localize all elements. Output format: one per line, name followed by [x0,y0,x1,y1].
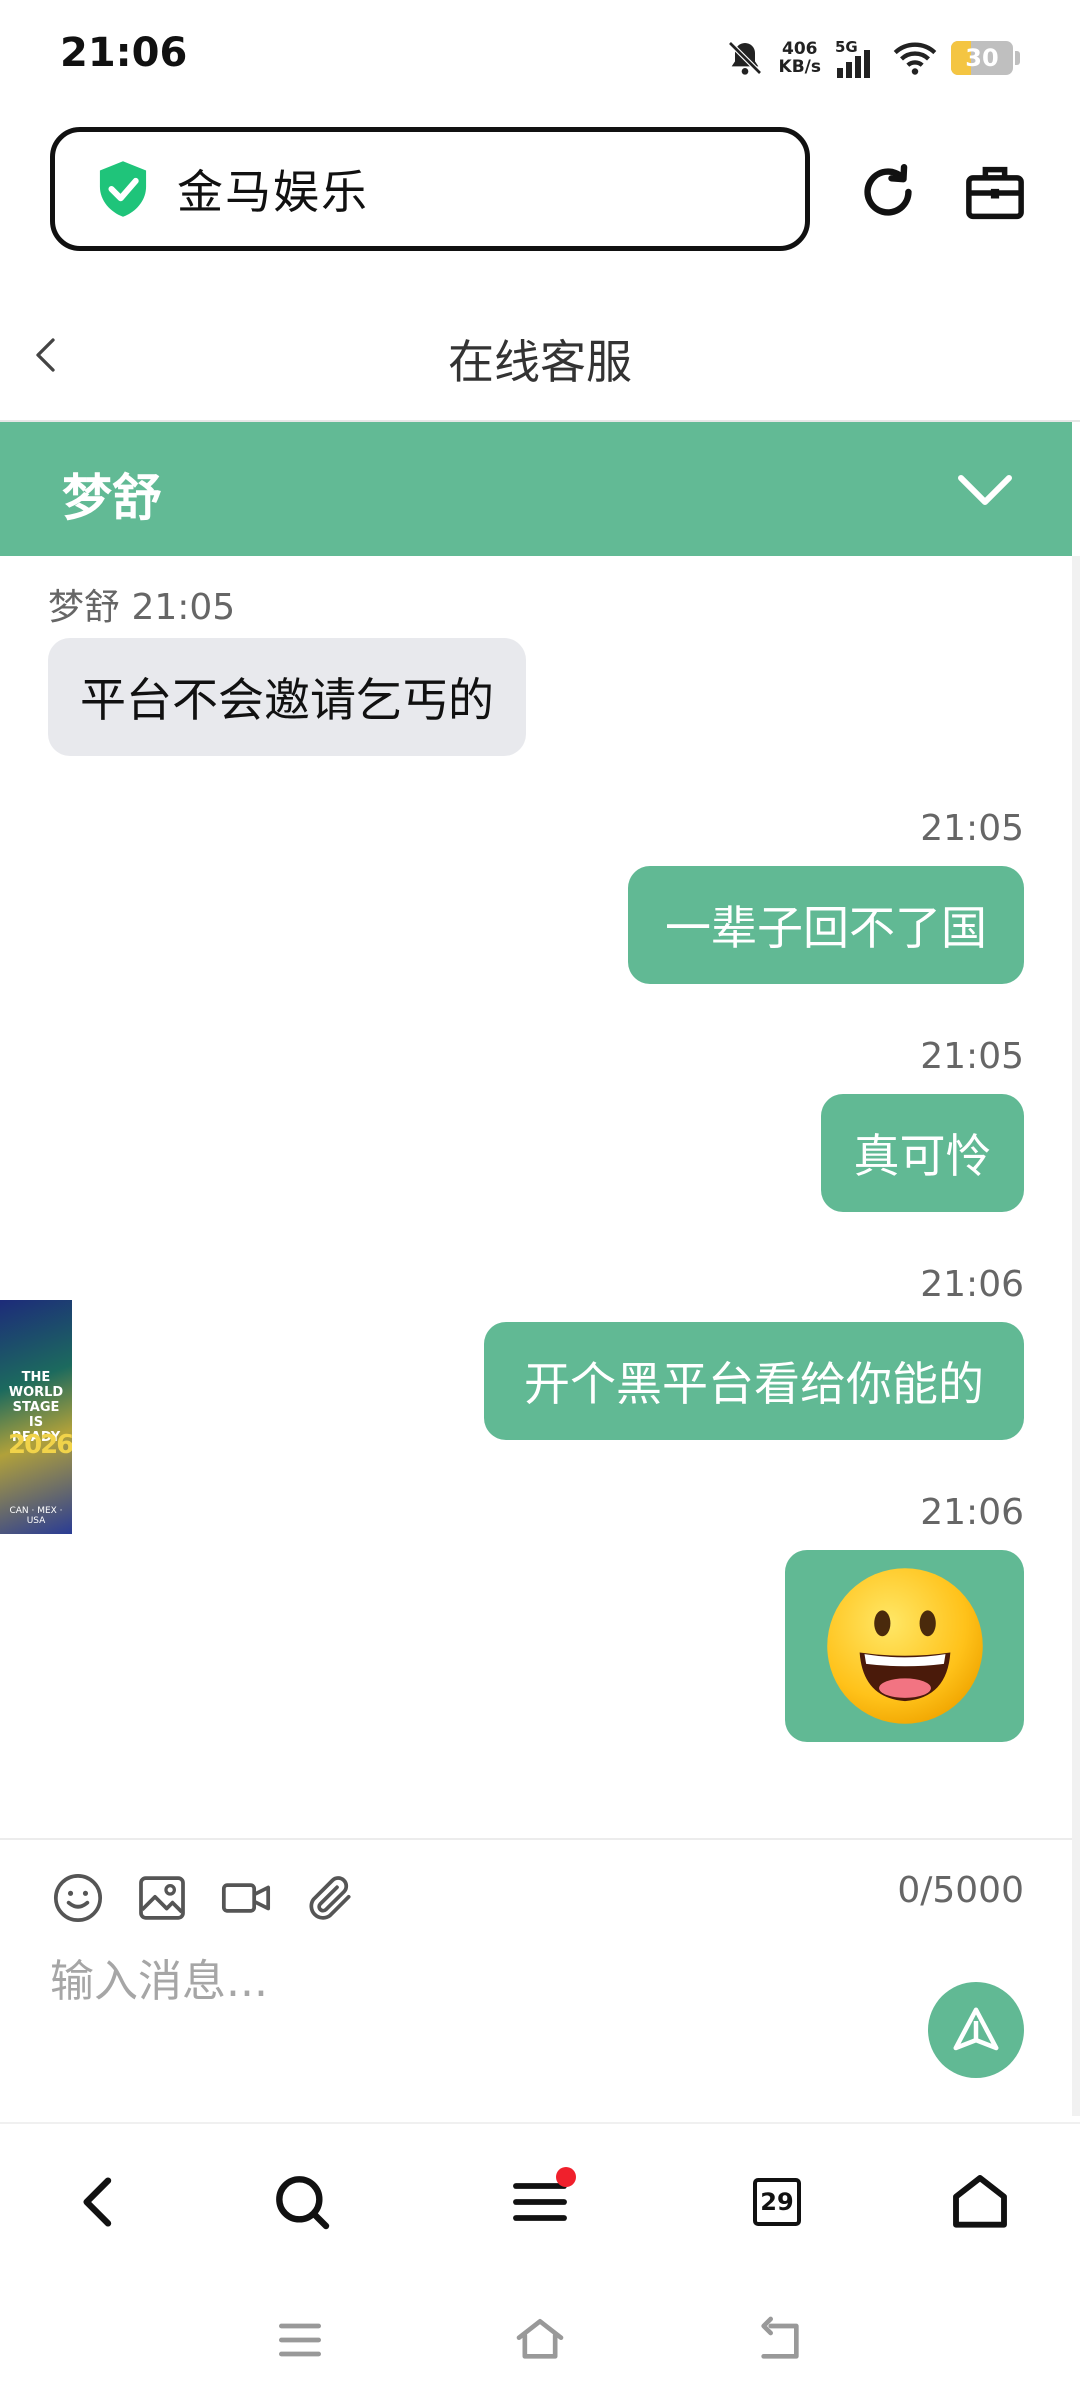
scrollbar[interactable] [1072,556,1080,2116]
image-icon[interactable] [134,1870,190,1926]
message-text: 开个黑平台看给你能的 [524,1357,984,1411]
status-time: 21:06 [60,30,188,76]
agent-name: 梦舒 [62,469,162,527]
attachment-icon[interactable] [302,1870,358,1926]
tabs-button[interactable]: 29 [745,2170,809,2234]
address-bar[interactable]: 金马娱乐 [50,127,810,251]
signal-icon: 5G [835,38,879,78]
composer-divider [0,1838,1072,1840]
system-menu-icon[interactable] [272,2312,328,2368]
search-icon[interactable] [270,2170,334,2234]
message-input[interactable]: 输入消息... [50,1945,268,2009]
outgoing-message[interactable]: 真可怜 [821,1094,1024,1212]
message-text: 一辈子回不了国 [665,901,987,955]
tabs-icon: 29 [753,2178,801,2226]
nav-divider [0,2122,1080,2124]
message-text: 平台不会邀请乞丐的 [80,673,494,727]
message-time: 21:05 [131,587,236,628]
network-type: 5G [835,38,858,56]
message-meta: 梦舒 21:05 [48,578,235,630]
chevron-down-icon[interactable] [955,470,1015,510]
character-counter: 0/5000 [897,1870,1024,1911]
side-advertisement[interactable]: THE WORLD STAGE IS READY 2026 CAN · MEX … [0,1300,72,1534]
network-speed: 406 KB/s [779,40,821,76]
system-back-icon[interactable] [752,2312,808,2368]
message-time: 21:06 [920,1492,1024,1533]
reload-icon[interactable] [853,157,923,227]
send-button[interactable] [928,1982,1024,2078]
bell-muted-icon [727,41,762,75]
outgoing-emoji-message[interactable] [785,1550,1024,1742]
site-title: 金马娱乐 [177,165,369,219]
battery-level: 30 [965,44,999,72]
send-icon [953,2007,999,2051]
speed-unit: KB/s [778,57,821,77]
grinning-face-icon [826,1568,983,1724]
ad-footer: CAN · MEX · USA [9,1506,63,1526]
wifi-icon [893,42,937,75]
incoming-message[interactable]: 平台不会邀请乞丐的 [48,638,526,756]
battery-cap [1015,51,1020,65]
sender-name: 梦舒 [48,587,121,628]
message-time: 21:05 [920,1036,1024,1077]
outgoing-message[interactable]: 一辈子回不了国 [628,866,1024,984]
message-text: 真可怜 [853,1129,992,1183]
message-time: 21:06 [920,1264,1024,1305]
notification-dot [556,2167,576,2187]
emoji-icon[interactable] [50,1870,106,1926]
page-title: 在线客服 [448,335,632,389]
toolbox-icon[interactable] [962,160,1028,226]
nav-back-icon[interactable] [68,2170,132,2234]
ad-year: 2026 [8,1430,72,1460]
status-icons: 406 KB/s 5G 30 [725,32,1020,84]
message-time: 21:05 [920,808,1024,849]
tabs-count: 29 [760,2188,794,2216]
shield-check-icon [99,161,147,217]
video-icon[interactable] [218,1870,274,1926]
outgoing-message[interactable]: 开个黑平台看给你能的 [484,1322,1024,1440]
home-icon[interactable] [948,2170,1012,2234]
battery-icon: 30 [951,41,1013,75]
system-home-icon[interactable] [512,2312,568,2368]
speed-value: 406 [782,39,818,59]
